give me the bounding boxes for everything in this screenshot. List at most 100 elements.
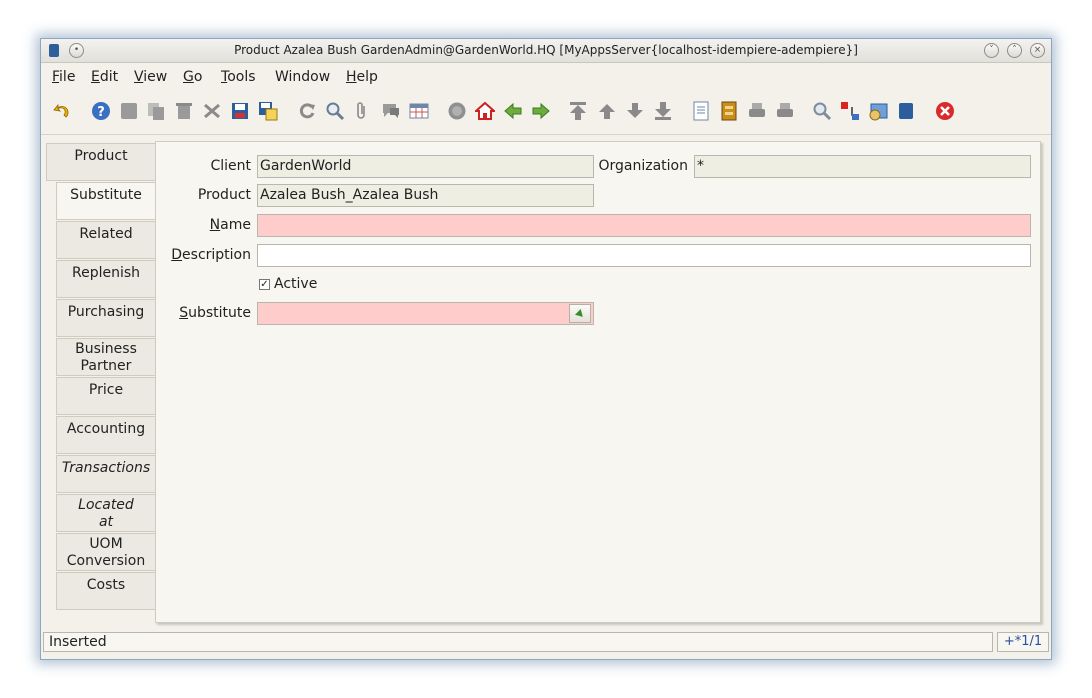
chat-icon[interactable]	[381, 101, 401, 121]
attachment-icon[interactable]	[352, 101, 372, 121]
find-icon[interactable]	[325, 101, 345, 121]
grid-toggle-icon[interactable]	[409, 101, 429, 121]
client-label: Client	[210, 158, 251, 174]
name-label-text: ame	[220, 217, 251, 233]
tab-transactions[interactable]: Transactions	[56, 455, 155, 493]
tab-substitute-label: Substitute	[70, 187, 142, 203]
delete-selection-icon[interactable]	[202, 101, 222, 121]
menu-tools[interactable]: Tools	[221, 69, 256, 85]
report-icon[interactable]	[691, 101, 711, 121]
menu-window[interactable]: Window	[275, 69, 330, 85]
detail-record-icon[interactable]	[531, 101, 551, 121]
tab-purchasing-label: Purchasing	[67, 304, 145, 320]
substitute-field[interactable]	[257, 302, 594, 325]
archive-icon[interactable]	[719, 101, 739, 121]
tab-substitute[interactable]: Substitute	[56, 182, 155, 220]
menu-edit[interactable]: Edit	[91, 69, 118, 85]
home-icon[interactable]	[475, 101, 495, 121]
menu-edit-mnemonic: E	[91, 69, 100, 85]
menu-help-mnemonic: H	[346, 69, 357, 85]
save-and-new-icon[interactable]	[258, 101, 278, 121]
new-record-icon[interactable]	[119, 101, 139, 121]
copy-record-icon[interactable]	[146, 101, 166, 121]
menu-file-label: ile	[59, 69, 76, 85]
help-icon[interactable]: ?	[91, 101, 111, 121]
tab-located-at-label: Located at	[78, 497, 134, 530]
client-field[interactable]: GardenWorld	[257, 155, 594, 178]
description-label-mnemonic: D	[171, 247, 183, 263]
menu-view-label: iew	[143, 69, 168, 85]
refresh-icon[interactable]	[297, 101, 317, 121]
tab-purchasing[interactable]: Purchasing	[56, 299, 155, 337]
menu-help[interactable]: Help	[346, 69, 378, 85]
substitute-lookup-button[interactable]	[569, 304, 591, 323]
menu-view[interactable]: View	[134, 69, 167, 85]
print-preview-icon[interactable]	[747, 101, 767, 121]
lookup-arrow-icon	[575, 308, 583, 317]
description-field[interactable]	[257, 244, 1031, 267]
substitute-label-text: ubstitute	[188, 305, 251, 321]
window-title: Product Azalea Bush GardenAdmin@GardenWo…	[234, 43, 858, 57]
menu-go-mnemonic: G	[183, 69, 194, 85]
name-field[interactable]	[257, 214, 1031, 237]
record-indicator[interactable]: +*1/1	[997, 632, 1049, 652]
close-button[interactable]: ×	[1030, 43, 1045, 58]
first-record-icon[interactable]	[568, 101, 588, 121]
menu-go[interactable]: Go	[183, 69, 202, 85]
tab-business-partner-label: Business Partner	[75, 341, 137, 374]
menu-go-label: o	[193, 69, 203, 85]
undo-icon[interactable]	[52, 101, 72, 121]
organization-field[interactable]: *	[694, 155, 1031, 178]
product-info-icon[interactable]	[868, 101, 888, 121]
save-icon[interactable]	[230, 101, 250, 121]
description-label: Description	[156, 247, 251, 263]
product-label: Product	[197, 187, 251, 203]
tab-related-label: Related	[79, 226, 133, 242]
last-record-icon[interactable]	[653, 101, 673, 121]
name-label: Name	[156, 217, 251, 233]
name-label-mnemonic: N	[209, 217, 221, 233]
tab-accounting[interactable]: Accounting	[56, 416, 155, 454]
tab-located-at[interactable]: Located at	[56, 494, 155, 532]
menu-view-mnemonic: V	[134, 69, 144, 85]
tab-costs[interactable]: Costs	[56, 572, 155, 610]
tab-product-label: Product	[74, 148, 128, 164]
tab-price-label: Price	[88, 382, 124, 398]
zoom-across-icon[interactable]	[812, 101, 832, 121]
description-label-text: escription	[182, 247, 251, 263]
next-record-icon[interactable]	[625, 101, 645, 121]
tab-related[interactable]: Related	[56, 221, 155, 259]
menu-file[interactable]: File	[52, 69, 75, 85]
print-icon[interactable]	[775, 101, 795, 121]
parent-record-icon[interactable]	[503, 101, 523, 121]
request-icon[interactable]	[840, 101, 860, 121]
tab-uom-conversion[interactable]: UOM Conversion	[56, 533, 155, 571]
substitute-label: Substitute	[156, 305, 251, 321]
tab-accounting-label: Accounting	[66, 421, 146, 437]
delete-record-icon[interactable]	[174, 101, 194, 121]
menu-edit-label: dit	[99, 69, 119, 85]
active-checkbox[interactable]: ✓	[259, 279, 270, 290]
tab-replenish[interactable]: Replenish	[56, 260, 155, 298]
history-icon[interactable]	[447, 101, 467, 121]
tab-replenish-label: Replenish	[71, 265, 141, 281]
toolbar: ?	[41, 91, 1051, 135]
minimize-button[interactable]: ˅	[984, 43, 999, 58]
substitute-label-mnemonic: S	[179, 305, 189, 321]
menu-file-mnemonic: F	[52, 69, 60, 85]
close-window-icon[interactable]	[935, 101, 955, 121]
organization-label: Organization	[598, 158, 688, 174]
tab-business-partner[interactable]: Business Partner	[56, 338, 155, 376]
workflow-icon[interactable]	[896, 101, 916, 121]
menu-bar: File Edit View Go Tools Window Help	[41, 63, 1051, 89]
menu-help-label: elp	[356, 69, 378, 85]
product-field[interactable]: Azalea Bush_Azalea Bush	[257, 184, 594, 207]
svg-text:?: ?	[97, 105, 105, 120]
title-bar: • Product Azalea Bush GardenAdmin@Garden…	[41, 39, 1051, 63]
status-bar: Inserted +*1/1	[41, 631, 1051, 653]
maximize-button[interactable]: ˄	[1007, 43, 1022, 58]
tab-product[interactable]: Product	[46, 143, 155, 181]
tab-price[interactable]: Price	[56, 377, 155, 415]
previous-record-icon[interactable]	[597, 101, 617, 121]
tab-costs-label: Costs	[86, 577, 126, 593]
